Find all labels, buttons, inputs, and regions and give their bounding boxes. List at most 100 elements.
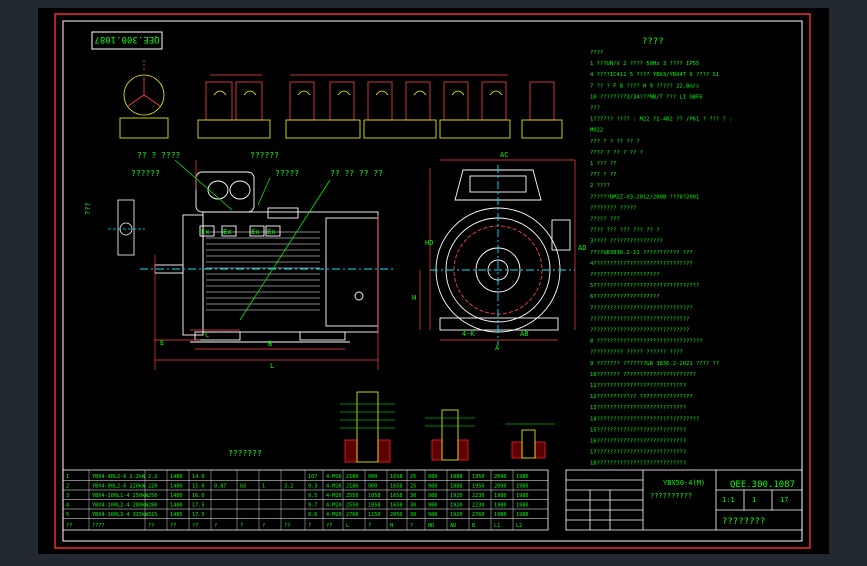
dim-ab-callout: ??? [84,202,92,215]
dim-label-H: H [412,294,416,302]
table-cell: 4-M20 [326,493,342,499]
sheet-count: 17 [780,496,788,504]
note-line: 2 ???? [590,183,610,189]
table-cell: 9.5 [308,493,317,499]
table-cell: 30 [410,512,416,518]
table-cell: 1980 [516,512,529,518]
note-line: 18??????????????????????????? [590,461,686,467]
table-cell: 1888 [450,474,463,480]
table-caption: ??????? [228,449,262,458]
table-cell: 2.2 [148,474,157,480]
dim-label-L: L [270,362,274,370]
table-cell: 1658 [390,484,403,490]
table-cell: 1980 [494,493,507,499]
note-line: ????? ??? [590,217,620,223]
table-cell: 1 [262,484,265,490]
note-line: M022 [590,128,603,134]
dim-label-E: E [160,339,164,347]
note-line: 1 ??? ?? [590,161,617,167]
table-cell: 900 [368,474,377,480]
table-cell: 250 [148,493,157,499]
table-header-cell: ?? [192,523,198,529]
table-cell: 2230 [472,493,485,499]
table-cell: 980 [428,474,437,480]
fan-callout: ?????? [131,169,160,178]
table-cell: 2180 [346,484,359,490]
note-line: ???????? ????? [590,205,636,211]
notes-title: ???? [642,37,664,47]
dim-label-K: 4-K [462,330,475,338]
table-cell: 2760 [346,512,359,518]
company-name: ???????? [722,517,765,527]
dim-label-B: B [268,340,272,348]
dim-label-C: C [205,331,209,339]
table-cell: 8.6 [308,512,317,518]
table-cell: 14.0 [192,474,205,480]
table-cell: 1480 [170,503,183,509]
scale: 1:1 [722,496,735,504]
note-line: 10 ????????3/3A???MB/T ??? LI OBF6 [590,94,703,100]
table-cell: 2550 [346,503,359,509]
table-header-cell: L [346,523,349,529]
ex-mark: Ex [267,228,275,236]
table-cell: 3 [66,493,69,499]
ex-mark: Ex [251,228,259,236]
table-cell: 1485 [170,512,183,518]
table-cell: 16.0 [192,493,205,499]
note-line: 11??????????????????????????? [590,383,686,389]
table-header-cell: HD [428,523,434,529]
table-cell: 1920 [450,503,463,509]
table-cell: 2090 [494,484,507,490]
table-cell: 2550 [346,493,359,499]
note-line: ???? [590,50,603,56]
dim-label-AB: AB [520,330,528,338]
table-header-cell: ?? [66,523,72,529]
cad-drawing-sheet: QEE.300.1087 Ex Ex Ex Ex L B E C ?? ? ??… [38,8,829,554]
table-header-cell: ?? [284,523,290,529]
table-cell: 30 [410,503,416,509]
table-cell: 4-M16 [326,474,342,480]
table-cell: b5 [240,484,246,490]
table-cell: 2090 [494,474,507,480]
model-name: YBX50-4(M) [663,479,705,487]
note-line: ?????????????????????????????? [590,328,689,334]
table-cell: 1 [66,474,69,480]
dim-label-AC: AC [500,151,508,159]
table-header-cell: ? [308,523,311,529]
table-cell: 1980 [494,512,507,518]
table-cell: 315 [148,512,157,518]
note-line: ??? ? ?? [590,172,617,178]
table-cell: 980 [428,493,437,499]
table-header-cell: B [472,523,475,529]
table-cell: 1980 [516,503,529,509]
note-line: ??? ? ? ?? ?? ? [590,139,640,145]
table-cell: 9.7 [308,503,317,509]
table-cell: 1480 [170,484,183,490]
table-cell: 980 [428,512,437,518]
table-header-cell: ?? [326,523,332,529]
table-cell: 1950 [472,484,485,490]
table-header-cell: ? [214,523,217,529]
table-header-cell: ? [410,523,413,529]
table-cell: 17.5 [192,512,205,518]
table-cell: 980 [428,503,437,509]
table-header-cell: ? [262,523,265,529]
table-cell: 1980 [516,493,529,499]
table-cell: 2180 [346,474,359,480]
table-header-cell: L2 [516,523,522,529]
table-cell: 1920 [450,512,463,518]
note-line: 14??????????????????????????????? [590,416,699,422]
table-header-cell: ? [368,523,371,529]
table-cell: 1980 [516,474,529,480]
ex-mark: Ex [223,228,231,236]
drawing-name: ?????????? [650,492,692,500]
note-line: ???? ? ?? ? ?? ? [590,150,643,156]
table-cell: 1480 [170,493,183,499]
table-cell: 1950 [472,474,485,480]
table-cell: 280 [148,503,157,509]
note-line: 7 ?? ? F 8 ???? H 9 ????? 22.8m/s [590,83,699,89]
table-cell: 2230 [472,503,485,509]
table-cell: 1980 [494,503,507,509]
table-cell: 4 [66,503,69,509]
note-line: 1 ???UN/V 2 ???? 50Hz 3 ???? IP55 [590,61,699,67]
